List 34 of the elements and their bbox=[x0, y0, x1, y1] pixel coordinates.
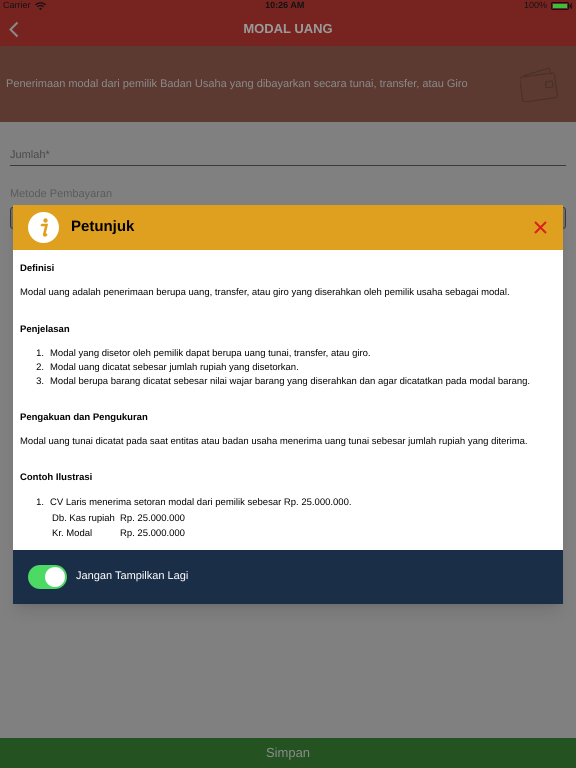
section-heading: Definisi bbox=[20, 262, 56, 276]
dialog-title: Petunjuk bbox=[71, 217, 136, 238]
list-item-text: Modal berupa barang dicatat sebesar nilai wajar barang yang diserahkan dan agar dicatatkan pada modal barang. bbox=[50, 374, 530, 389]
carrier-name: Carrier bbox=[3, 0, 31, 12]
banner-text: Penerimaan modal dari pemilik Badan Usaha yang dibayarkan secara tunai, transfer, atau Giro bbox=[6, 76, 468, 92]
screen-title: MODAL UANG bbox=[243, 20, 333, 38]
save-button[interactable]: Simpan bbox=[0, 738, 576, 768]
account-name: Kr. Modal bbox=[52, 528, 94, 540]
section-heading: Pengakuan dan Pengukuran bbox=[20, 410, 149, 425]
list-item-text: Modal yang disetor oleh pemilik dapat berupa uang tunai, transfer, atau giro. bbox=[50, 346, 371, 361]
toggle-label: Jangan Tampilkan Lagi bbox=[76, 569, 188, 584]
clock-time: 10:26 AM bbox=[265, 0, 304, 12]
list-item-text: CV Laris menerima setoran modal dari pemilik sebesar Rp. 25.000.000. bbox=[50, 496, 352, 510]
amount-value: Rp. 25.000.000 bbox=[120, 512, 185, 524]
battery-icon bbox=[550, 2, 573, 10]
wifi-icon bbox=[34, 2, 46, 10]
list-number: 1. bbox=[35, 496, 45, 510]
close-button[interactable] bbox=[532, 220, 548, 236]
list-number: 1. bbox=[35, 346, 45, 361]
list-number: 3. bbox=[35, 374, 45, 389]
list-number: 2. bbox=[35, 360, 45, 375]
battery-percent: 100% bbox=[524, 0, 547, 12]
section-heading: Penjelasan bbox=[20, 322, 71, 336]
account-name: Db. Kas rupiah bbox=[52, 512, 116, 524]
toggle-switch[interactable] bbox=[28, 564, 67, 588]
amount-value: Rp. 25.000.000 bbox=[120, 528, 185, 540]
section-text: Modal uang adalah penerimaan berupa uang, transfer, atau giro yang diserahkan oleh pemilik usaha sebagai modal. bbox=[20, 286, 511, 300]
back-button[interactable] bbox=[7, 20, 21, 38]
back-icon bbox=[9, 20, 19, 38]
section-heading: Contoh Ilustrasi bbox=[20, 471, 94, 486]
section-text: Modal uang tunai dicatat pada saat entitas atau badan usaha menerima uang tunai sebesar jumlah rupiah yang diterima. bbox=[20, 435, 529, 449]
list-item-text: Modal uang dicatat sebesar jumlah rupiah yang disetorkan. bbox=[50, 360, 299, 375]
close-icon bbox=[534, 221, 546, 234]
info-icon bbox=[28, 212, 59, 243]
